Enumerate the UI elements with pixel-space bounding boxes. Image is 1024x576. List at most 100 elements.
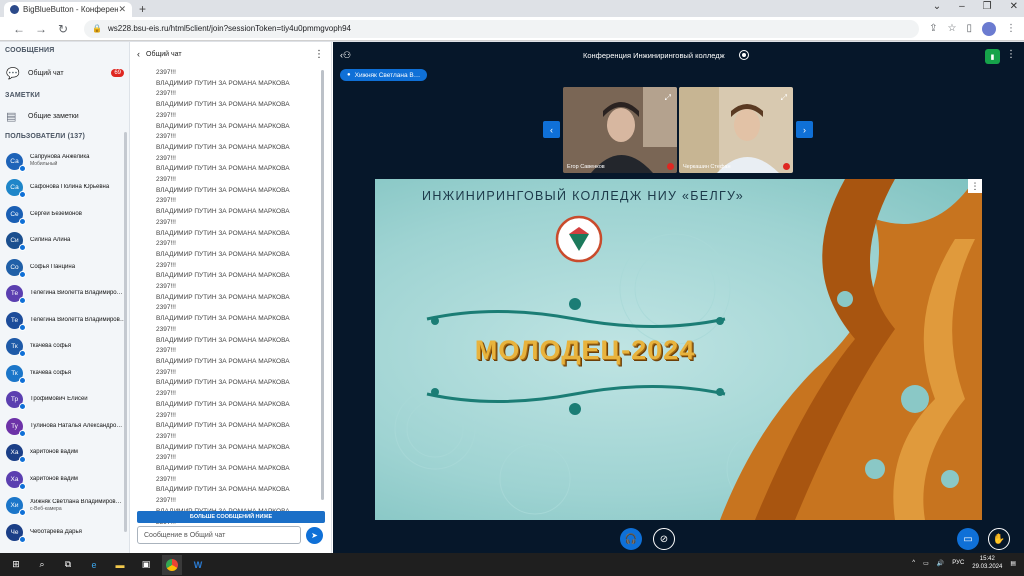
avatar-initials: Те bbox=[10, 290, 19, 297]
tray-chevron-icon[interactable]: ^ bbox=[912, 560, 915, 566]
address-bar[interactable]: 🔒 ws228.bsu-eis.ru/html5client/join?sess… bbox=[84, 19, 920, 38]
user-name: Хижняк Светлана Владимиров… bbox=[30, 498, 122, 505]
profile-avatar-icon[interactable] bbox=[982, 21, 996, 36]
reload-icon[interactable]: ↻ bbox=[52, 22, 74, 36]
user-list-item[interactable]: Че Чеботарева Дарья bbox=[6, 521, 126, 543]
chat-message-text: ВЛАДИМИР ПУТИН ЗА РОМАНА МАРКОВА bbox=[156, 272, 290, 280]
sidebar-icon[interactable]: ▯ bbox=[966, 23, 972, 34]
user-list-item[interactable]: Се Сергей Беземонов bbox=[6, 203, 126, 225]
bookmark-star-icon[interactable]: ☆ bbox=[948, 23, 957, 34]
user-list-item[interactable]: Со Софья Панцина bbox=[6, 256, 126, 278]
minimize-icon[interactable]: – bbox=[959, 1, 965, 12]
video-tile[interactable]: ⤢ Черкашин Стефан bbox=[679, 87, 793, 173]
microphone-icon bbox=[19, 323, 26, 331]
notifications-icon[interactable]: ▤ bbox=[1010, 560, 1016, 567]
user-list-item[interactable]: Са Сапрунова Анжелика Мобильный bbox=[6, 150, 126, 172]
chat-message-text: ВЛАДИМИР ПУТИН ЗА РОМАНА МАРКОВА bbox=[156, 315, 290, 323]
menu-icon[interactable]: ⋮ bbox=[1006, 23, 1016, 34]
avatar: Со bbox=[6, 258, 26, 278]
chat-header: ‹ Общий чат ⋮ bbox=[131, 42, 332, 66]
shared-notes-nav[interactable]: ▤ Общие заметки bbox=[6, 107, 126, 125]
user-list-item[interactable]: Хи Хижняк Светлана Владимиров… с-Веб-камер… bbox=[6, 495, 126, 517]
volume-icon[interactable]: 🔊 bbox=[937, 560, 944, 567]
store-icon[interactable]: ▣ bbox=[136, 555, 156, 575]
microphone-icon bbox=[19, 297, 26, 304]
avatar: Ха bbox=[6, 444, 26, 463]
chat-message-text: 2397!!! bbox=[156, 154, 176, 162]
user-list-item[interactable]: Ха харитонов вадим bbox=[6, 442, 126, 464]
microphone-icon bbox=[19, 429, 26, 437]
clock-date: 29.03.2024 bbox=[972, 564, 1003, 570]
chat-options-icon[interactable]: ⋮ bbox=[314, 49, 324, 60]
user-list-item[interactable]: Ту Тулинова Наталья Александро… bbox=[6, 415, 126, 437]
video-name: Черкашин Стефан bbox=[683, 164, 731, 170]
user-list-item[interactable]: Тр Трофимович Елисей bbox=[6, 389, 126, 411]
clock-time: 15:42 bbox=[979, 556, 995, 562]
video-next-arrow[interactable]: › bbox=[796, 121, 813, 138]
edge-browser-icon[interactable]: e bbox=[84, 555, 104, 575]
screen-share-icon[interactable]: ▭ bbox=[957, 528, 979, 550]
chat-message-text: 2397!!! bbox=[156, 411, 176, 419]
connection-status-icon[interactable]: ▮ bbox=[985, 49, 1000, 64]
recording-indicator-icon[interactable] bbox=[739, 50, 749, 60]
raise-hand-icon[interactable]: ✋ bbox=[988, 528, 1010, 550]
restore-icon[interactable]: ❐ bbox=[983, 1, 992, 12]
video-prev-arrow[interactable]: ‹ bbox=[543, 121, 560, 138]
user-list-item[interactable]: Са Сафонова Полина Юрьевна bbox=[6, 177, 126, 199]
avatar-initials: Са bbox=[10, 157, 19, 165]
chat-message-text: ВЛАДИМИР ПУТИН ЗА РОМАНА МАРКОВА bbox=[156, 486, 290, 494]
close-tab-icon[interactable]: ✕ bbox=[118, 4, 126, 15]
word-icon[interactable]: W bbox=[188, 555, 208, 575]
windows-start-icon[interactable]: ⊞ bbox=[6, 555, 26, 575]
toggle-userlist-icon[interactable]: ‹⚇ bbox=[340, 50, 351, 61]
file-explorer-icon[interactable]: ▬ bbox=[110, 555, 130, 575]
expand-icon[interactable]: ⤢ bbox=[665, 93, 671, 103]
close-window-icon[interactable]: ✕ bbox=[1010, 1, 1018, 12]
chrome-icon[interactable] bbox=[162, 554, 182, 575]
chat-message-input[interactable]: Сообщение в Общий чат bbox=[137, 526, 301, 544]
expand-icon[interactable]: ⤢ bbox=[781, 93, 787, 103]
share-icon[interactable]: ⇪ bbox=[929, 23, 937, 34]
user-list-item[interactable]: Те Телегина Виолетта Владимиров… bbox=[6, 309, 126, 331]
messages-heading: СООБЩЕНИЯ bbox=[5, 47, 55, 54]
chevron-down-icon[interactable]: ⌄ bbox=[933, 1, 941, 12]
presentation-slide[interactable]: ИНЖИНИРИНГОВЫЙ КОЛЛЕДЖ НИУ «БЕЛГУ» МОЛОД… bbox=[375, 179, 982, 520]
camera-off-icon[interactable]: ⊘ bbox=[653, 528, 675, 550]
forward-arrow-icon[interactable]: → bbox=[30, 22, 52, 36]
user-list-item[interactable]: Ха харитонов вадим bbox=[6, 468, 126, 490]
user-list-item[interactable]: Тк ткачева софья bbox=[6, 336, 126, 358]
chat-message-text: 2397!!! bbox=[156, 133, 176, 141]
chat-messages: 2397!!! ВЛАДИМИР ПУТИН ЗА РОМАНА МАРКОВА 2… bbox=[156, 68, 321, 530]
browser-toolbar: ← → ↻ 🔒 ws228.bsu-eis.ru/html5client/joi… bbox=[0, 17, 1024, 41]
language-indicator[interactable]: РУС bbox=[952, 560, 964, 566]
user-name: Телегина Виолетта Владимиров… bbox=[30, 316, 124, 323]
user-name: ткачева софья bbox=[30, 369, 72, 376]
search-icon[interactable]: ⌕ bbox=[32, 555, 52, 575]
chat-message-text: 2397!!! bbox=[156, 432, 176, 440]
chat-message-text: 2397!!! bbox=[156, 390, 176, 398]
network-icon[interactable]: ▭ bbox=[923, 560, 929, 567]
chat-message-text: 2397!!! bbox=[156, 69, 176, 76]
clock[interactable]: 15:42 29.03.2024 bbox=[972, 555, 1002, 571]
user-list-item[interactable]: Тк ткачева софья bbox=[6, 362, 126, 384]
video-frame-image bbox=[563, 87, 677, 173]
user-list-item[interactable]: Те Телегина Виолетта Владимиро… bbox=[6, 283, 126, 305]
headphones-icon[interactable]: 🎧 bbox=[620, 528, 642, 550]
user-name-block: ткачева софья bbox=[30, 370, 124, 377]
user-list-scrollbar[interactable] bbox=[124, 132, 127, 532]
options-menu-icon[interactable]: ⋮ bbox=[1006, 49, 1016, 60]
video-tile[interactable]: ⤢ Егор Савенков bbox=[563, 87, 677, 173]
avatar: Ха bbox=[6, 470, 26, 490]
task-view-icon[interactable]: ⧉ bbox=[58, 555, 78, 575]
chevron-left-icon[interactable]: ‹ bbox=[137, 49, 140, 59]
new-tab-button[interactable]: + bbox=[139, 2, 146, 16]
chat-scrollbar[interactable] bbox=[321, 70, 324, 500]
more-messages-button[interactable]: БОЛЬШЕ СООБЩЕНИЙ НИЖЕ bbox=[137, 511, 325, 523]
microphone-icon bbox=[19, 350, 26, 357]
user-list-item[interactable]: Си Силина Алина bbox=[6, 230, 126, 252]
back-arrow-icon[interactable]: ← bbox=[8, 22, 30, 36]
browser-tab[interactable]: BigBlueButton - Конферен… ✕ bbox=[4, 2, 132, 17]
public-chat-nav[interactable]: 💬 Общий чат 69 bbox=[6, 64, 126, 82]
send-icon[interactable]: ➤ bbox=[306, 527, 323, 544]
slide-options-icon[interactable]: ⋮ bbox=[968, 179, 982, 193]
